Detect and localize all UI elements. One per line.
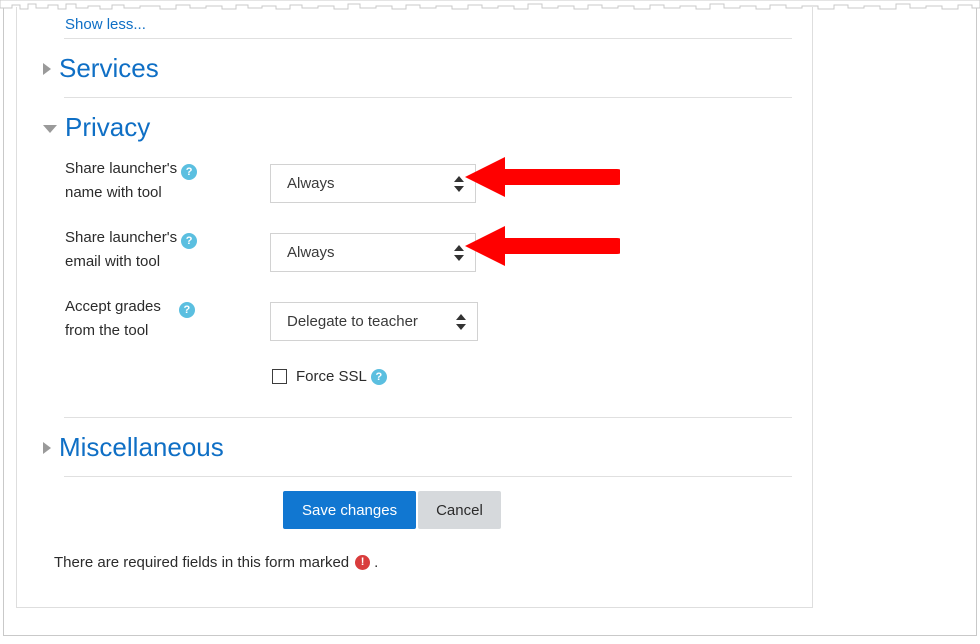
force-ssl-row: Force SSL ? — [272, 368, 387, 385]
divider-below-services — [64, 97, 792, 98]
select-stepper-arrows-icon[interactable] — [456, 313, 467, 331]
help-circle-icon[interactable]: ? — [181, 233, 198, 249]
label-share-launcher-name: Share launcher's? name with tool — [65, 157, 235, 205]
triangle-down-icon[interactable] — [43, 125, 57, 134]
section-header-privacy[interactable]: Privacy — [43, 113, 150, 142]
select-value: Always — [287, 175, 335, 192]
required-note-text: There are required fields in this form m… — [54, 554, 350, 571]
help-circle-icon[interactable]: ? — [178, 302, 195, 318]
triangle-right-icon[interactable] — [43, 441, 51, 454]
select-share-launcher-email[interactable]: Always — [270, 233, 476, 272]
select-value: Delegate to teacher — [287, 313, 418, 330]
label-line-1: Accept grades — [65, 298, 161, 315]
force-ssl-label: Force SSL — [296, 368, 367, 385]
cancel-button[interactable]: Cancel — [418, 491, 501, 529]
section-header-services[interactable]: Services — [43, 54, 159, 83]
help-circle-icon[interactable]: ? — [181, 164, 198, 180]
settings-form-panel: Show less... Services Privacy Share laun… — [16, 7, 813, 608]
section-header-miscellaneous[interactable]: Miscellaneous — [43, 433, 224, 462]
triangle-right-icon[interactable] — [43, 62, 51, 75]
divider-above-miscellaneous — [64, 417, 792, 418]
save-changes-button[interactable]: Save changes — [283, 491, 417, 529]
divider-above-services — [64, 38, 792, 39]
select-stepper-arrows-icon[interactable] — [454, 244, 465, 262]
exclamation-circle-icon: ! — [355, 555, 371, 570]
label-line-2: name with tool — [65, 184, 162, 201]
label-line-2: email with tool — [65, 253, 161, 270]
section-title-privacy: Privacy — [65, 112, 151, 142]
section-title-services: Services — [59, 53, 159, 83]
force-ssl-checkbox[interactable] — [272, 369, 287, 384]
select-value: Always — [287, 244, 335, 261]
divider-below-miscellaneous — [64, 476, 792, 477]
required-fields-note: There are required fields in this form m… — [54, 554, 378, 571]
form-action-buttons: Save changes Cancel — [283, 491, 501, 529]
help-circle-icon[interactable]: ? — [370, 368, 387, 385]
section-title-miscellaneous: Miscellaneous — [59, 432, 224, 462]
select-share-launcher-name[interactable]: Always — [270, 164, 476, 203]
label-line-2: from the tool — [65, 322, 149, 339]
show-less-link[interactable]: Show less... — [65, 16, 146, 33]
label-share-launcher-email: Share launcher's? email with tool — [65, 226, 235, 274]
select-accept-grades[interactable]: Delegate to teacher — [270, 302, 478, 341]
select-stepper-arrows-icon[interactable] — [454, 175, 465, 193]
label-line-1: Share launcher's — [65, 229, 178, 246]
label-line-1: Share launcher's — [65, 160, 178, 177]
required-note-period: . — [374, 554, 379, 571]
label-accept-grades: Accept grades? from the tool — [65, 295, 235, 343]
